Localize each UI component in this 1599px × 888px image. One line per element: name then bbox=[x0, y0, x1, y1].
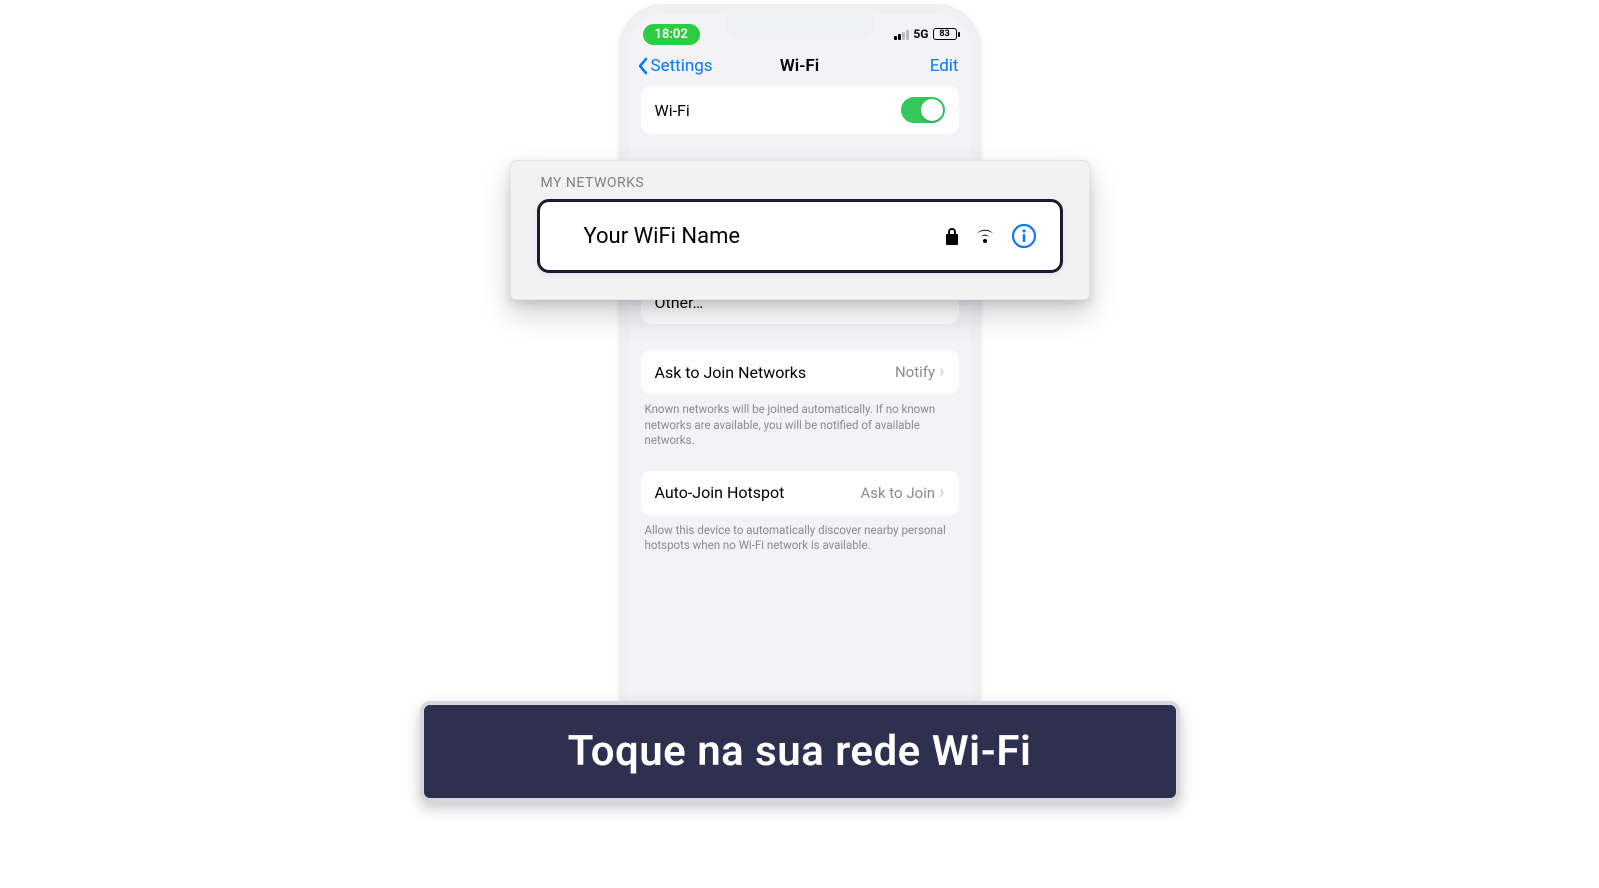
ask-footer: Known networks will be joined automatica… bbox=[641, 394, 959, 449]
hotspot-card: Auto-Join Hotspot Ask to Join › bbox=[641, 471, 959, 515]
edit-button[interactable]: Edit bbox=[930, 56, 959, 76]
hotspot-footer: Allow this device to automatically disco… bbox=[641, 515, 959, 554]
ask-card: Ask to Join Networks Notify › bbox=[641, 350, 959, 394]
wifi-icon bbox=[974, 227, 996, 245]
signal-icon bbox=[894, 28, 909, 40]
chevron-right-icon: › bbox=[939, 484, 944, 502]
chevron-left-icon bbox=[637, 57, 649, 75]
phone-frame: 18:02 5G 83 Settings Wi-Fi Edit Wi-Fi bbox=[619, 4, 981, 744]
instruction-text: Toque na sua rede Wi-Fi bbox=[444, 727, 1156, 776]
wifi-toggle-label: Wi-Fi bbox=[655, 101, 690, 120]
stage: 18:02 5G 83 Settings Wi-Fi Edit Wi-Fi bbox=[250, 0, 1350, 888]
battery-icon: 83 bbox=[933, 28, 957, 40]
wifi-toggle-card: Wi-Fi bbox=[641, 86, 959, 134]
phone-notch bbox=[725, 12, 875, 40]
hotspot-value: Ask to Join › bbox=[860, 484, 944, 502]
hotspot-label: Auto-Join Hotspot bbox=[655, 483, 785, 502]
status-right: 5G 83 bbox=[894, 27, 956, 41]
ask-join-row[interactable]: Ask to Join Networks Notify › bbox=[641, 350, 959, 394]
page-title: Wi-Fi bbox=[780, 56, 819, 76]
hotspot-row[interactable]: Auto-Join Hotspot Ask to Join › bbox=[641, 471, 959, 515]
my-networks-header: MY NETWORKS bbox=[541, 175, 1063, 191]
status-time-pill: 18:02 bbox=[643, 24, 700, 45]
wifi-toggle-row[interactable]: Wi-Fi bbox=[641, 86, 959, 134]
chevron-right-icon: › bbox=[939, 363, 944, 381]
wifi-network-name: Your WiFi Name bbox=[584, 224, 741, 249]
your-wifi-row[interactable]: Your WiFi Name bbox=[537, 199, 1063, 273]
wifi-callout: MY NETWORKS Your WiFi Name bbox=[510, 160, 1090, 300]
network-label: 5G bbox=[913, 27, 928, 41]
settings-content: Wi-Fi Other… Ask to Join Networks Notify… bbox=[629, 86, 971, 554]
instruction-banner: Toque na sua rede Wi-Fi bbox=[420, 701, 1180, 802]
wifi-toggle-switch[interactable] bbox=[901, 97, 945, 123]
nav-bar: Settings Wi-Fi Edit bbox=[629, 50, 971, 86]
lock-icon bbox=[944, 226, 960, 246]
back-label: Settings bbox=[651, 56, 713, 76]
info-icon[interactable] bbox=[1010, 222, 1038, 250]
ask-join-label: Ask to Join Networks bbox=[655, 363, 807, 382]
ask-join-value: Notify › bbox=[895, 363, 945, 381]
back-button[interactable]: Settings bbox=[637, 56, 713, 76]
wifi-row-icons bbox=[944, 222, 1038, 250]
spacer bbox=[641, 449, 959, 471]
spacer bbox=[641, 324, 959, 350]
